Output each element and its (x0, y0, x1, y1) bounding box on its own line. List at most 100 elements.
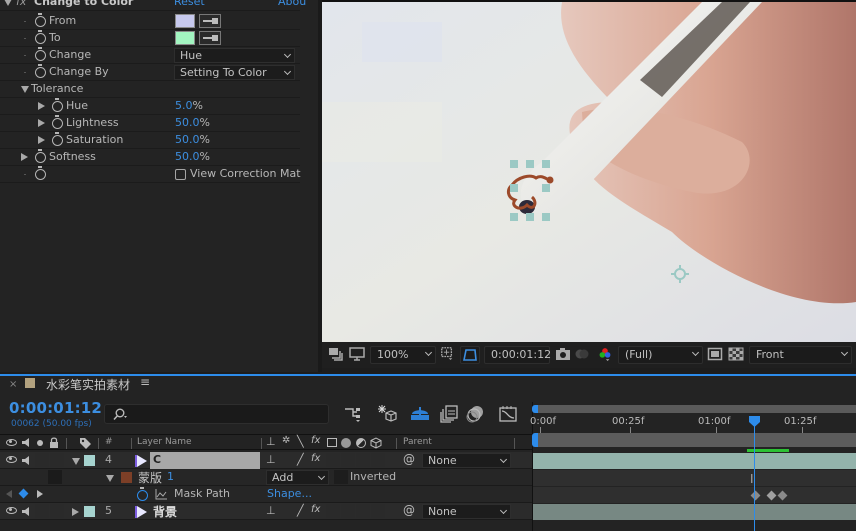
about-link[interactable]: Abou (278, 0, 306, 8)
layer-label-color[interactable] (84, 506, 95, 517)
next-keyframe-button[interactable] (37, 490, 43, 498)
graph-icon[interactable] (155, 489, 167, 500)
from-color-swatch[interactable] (175, 14, 195, 28)
change-by-select[interactable]: Setting To Color (174, 65, 295, 80)
column-number-header[interactable]: # (105, 437, 113, 447)
show-snapshot-icon[interactable] (574, 347, 590, 361)
layer-row-5[interactable]: 5 背景 ⊥ ╱ fx @ None (0, 503, 532, 520)
column-layer-name-header[interactable]: Layer Name (137, 437, 192, 447)
parent-select[interactable]: None (422, 453, 511, 468)
view-correction-checkbox[interactable] (175, 169, 186, 180)
layer-5-duration-bar[interactable] (533, 504, 856, 520)
to-color-swatch[interactable] (175, 31, 195, 45)
mask-color-swatch[interactable] (121, 472, 132, 483)
resolution-select[interactable]: (Full) (618, 346, 703, 364)
stopwatch-icon[interactable] (35, 47, 46, 61)
collapse-triangle-icon[interactable] (72, 458, 80, 465)
mask-shape-link[interactable]: Shape... (267, 487, 312, 500)
column-parent-header[interactable]: Parent (403, 437, 432, 447)
layer-row-4[interactable]: 4 C ⊥ ╱ fx @ None (0, 452, 532, 469)
transform-handle[interactable] (542, 160, 550, 168)
playhead-line[interactable] (754, 416, 755, 531)
draft-3d-icon[interactable] (377, 404, 397, 422)
time-ruler[interactable]: 0:00f 00:25f 01:00f 01:25f (530, 413, 856, 433)
3d-layer-switch[interactable] (371, 504, 385, 518)
motion-blur-switch-header-icon[interactable] (341, 438, 351, 448)
mask-name[interactable]: 蒙版 (138, 469, 162, 486)
always-preview-icon[interactable] (328, 347, 344, 361)
video-visibility-toggle[interactable] (6, 507, 17, 514)
audio-toggle[interactable] (21, 455, 33, 466)
collapse-switch-header-icon[interactable]: ✲ (282, 435, 290, 446)
adjustment-switch-header-icon[interactable] (356, 438, 366, 448)
expand-triangle-icon[interactable] (72, 508, 79, 516)
column-separator[interactable] (514, 438, 515, 449)
navigator-start-handle[interactable] (532, 405, 538, 413)
motion-blur-switch[interactable] (341, 453, 355, 467)
current-time[interactable]: 0:00:01:12 (9, 399, 102, 417)
value-number[interactable]: 50.0 (175, 150, 200, 163)
quality-switch-header-icon[interactable]: ╲ (297, 435, 304, 448)
mask-lock-toggle[interactable] (48, 470, 62, 484)
composition-viewer[interactable] (322, 0, 856, 342)
composition-flowchart-icon[interactable] (344, 406, 362, 422)
layer-name[interactable]: 背景 (153, 503, 177, 520)
shy-switch[interactable]: ⊥ (266, 453, 276, 466)
3d-view-select[interactable]: Front (749, 346, 852, 364)
stopwatch-icon[interactable] (52, 98, 63, 112)
eyedropper-icon[interactable] (199, 31, 221, 45)
shy-switch-header-icon[interactable]: ⊥ (266, 435, 276, 448)
transform-handle[interactable] (510, 184, 518, 192)
stopwatch-icon[interactable] (52, 132, 63, 146)
transform-handle[interactable] (542, 184, 550, 192)
snapshot-camera-icon[interactable] (555, 347, 571, 361)
effect-header-row[interactable]: fx Change to Color Reset Abou (0, 0, 306, 11)
lightness-value[interactable]: 50.0% (175, 116, 210, 129)
stopwatch-icon[interactable] (35, 166, 46, 180)
effect-switch[interactable]: fx (311, 504, 320, 515)
label-tag-header-icon[interactable] (79, 437, 92, 449)
expand-triangle-icon[interactable] (38, 102, 45, 110)
layer-name-field[interactable]: C (150, 452, 260, 469)
add-keyframe-button[interactable] (18, 488, 29, 499)
inverted-checkbox[interactable] (334, 470, 348, 484)
mask-vertex[interactable] (546, 176, 554, 184)
column-separator[interactable] (131, 438, 132, 449)
current-time-display[interactable]: 0:00:01:12 (484, 346, 551, 364)
collapse-triangle-icon[interactable] (21, 86, 29, 93)
parent-select[interactable]: None (422, 504, 511, 519)
3d-layer-switch-header-icon[interactable] (370, 437, 382, 449)
mask-row[interactable]: 蒙版 1 Add Inverted (0, 469, 532, 486)
effect-switch[interactable]: fx (311, 453, 320, 464)
collapse-triangle-icon[interactable] (106, 475, 114, 482)
transform-handle[interactable] (526, 160, 534, 168)
solo-toggle[interactable] (35, 504, 49, 518)
quality-switch[interactable]: ╱ (297, 453, 304, 466)
video-visibility-toggle[interactable] (6, 456, 17, 463)
frame-blend-switch-header-icon[interactable] (327, 438, 337, 447)
quality-switch[interactable]: ╱ (297, 504, 304, 517)
layer-label-color[interactable] (84, 455, 95, 466)
lock-toggle[interactable] (50, 453, 64, 467)
parent-pickwhip-icon[interactable]: @ (403, 503, 415, 517)
stopwatch-icon[interactable] (52, 115, 63, 129)
softness-value[interactable]: 50.0% (175, 150, 210, 163)
layer-search-input[interactable] (104, 404, 329, 424)
reset-link[interactable]: Reset (174, 0, 205, 8)
grid-guides-icon[interactable] (439, 346, 455, 360)
motion-blur-icon[interactable] (466, 405, 484, 423)
property-group-tolerance[interactable]: Tolerance (0, 81, 300, 98)
3d-layer-switch[interactable] (371, 453, 385, 467)
frame-blend-switch[interactable] (326, 453, 340, 467)
graph-editor-icon[interactable] (499, 406, 517, 422)
eyedropper-icon[interactable] (199, 14, 221, 28)
mask-visibility-toggle[interactable] (460, 346, 480, 364)
expand-triangle-icon[interactable] (38, 119, 45, 127)
adjustment-switch[interactable] (356, 504, 370, 518)
lock-toggle[interactable] (50, 504, 64, 518)
column-separator[interactable] (98, 438, 99, 449)
frame-blending-icon[interactable] (440, 405, 458, 423)
mask-path-row[interactable]: Mask Path Shape... (0, 486, 532, 503)
work-area-start-handle[interactable] (532, 433, 538, 447)
transparency-grid-icon[interactable] (728, 347, 744, 361)
